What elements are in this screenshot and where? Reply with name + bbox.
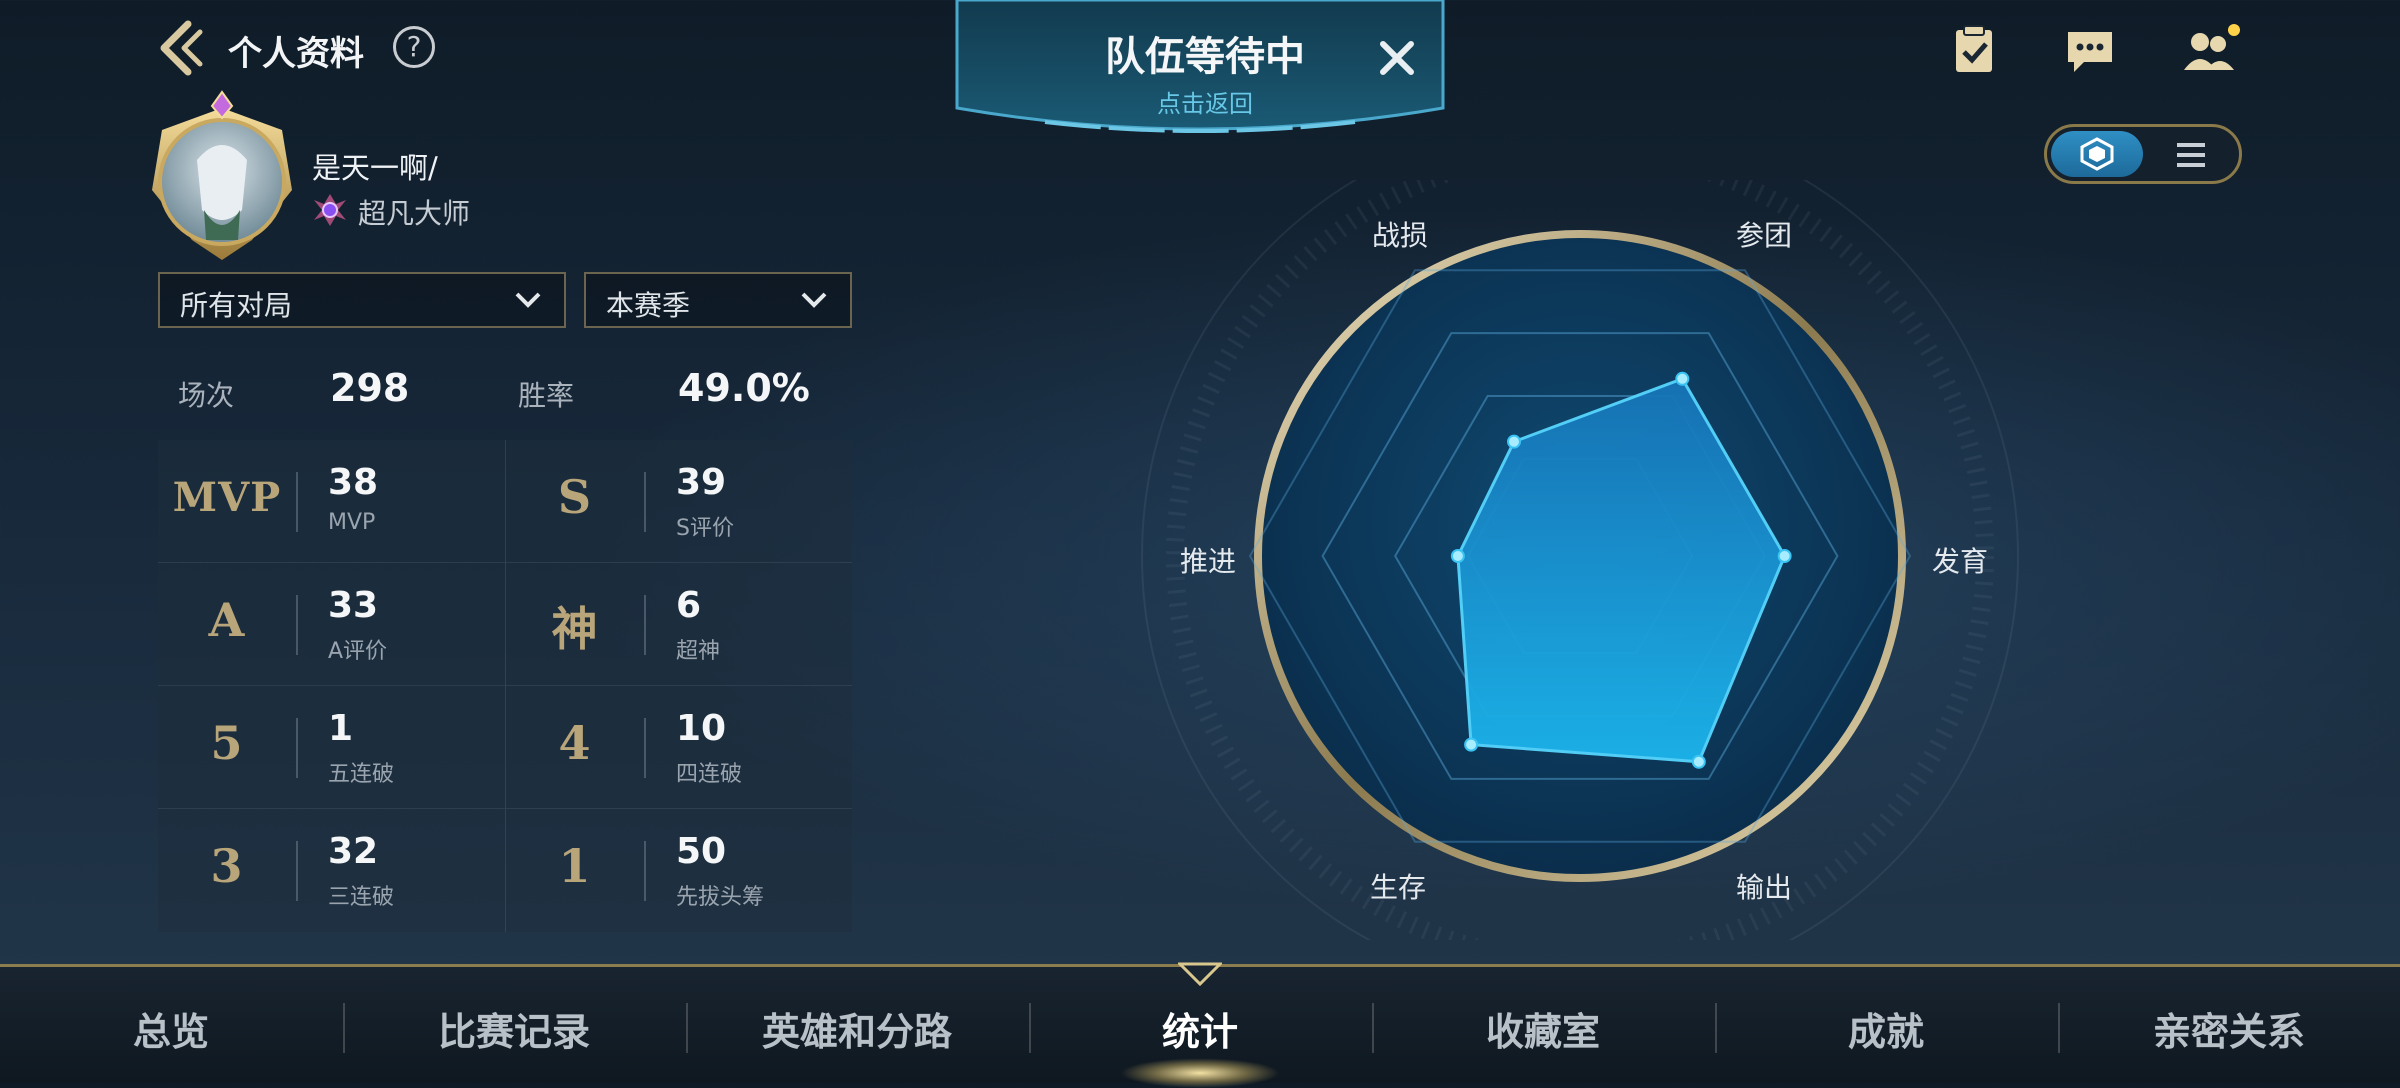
stat-value: 32 xyxy=(328,831,379,872)
tab-match-history[interactable]: 比赛记录 xyxy=(343,1001,685,1056)
radar-label-teamfight: 参团 xyxy=(1736,219,1793,252)
radar-point xyxy=(1691,754,1706,769)
radar-label-damage-taken: 战损 xyxy=(1372,219,1429,252)
games-label: 场次 xyxy=(178,379,235,412)
mode-filter-label: 所有对局 xyxy=(180,289,293,322)
stat-value: 38 xyxy=(328,462,379,503)
games-value: 298 xyxy=(330,366,410,410)
stat-value: 10 xyxy=(676,708,727,749)
stat-label: S评价 xyxy=(676,516,734,541)
rank-name: 超凡大师 xyxy=(358,197,471,230)
tab-statistics[interactable]: 统计 xyxy=(1029,1001,1371,1056)
tab-heroes-lanes[interactable]: 英雄和分路 xyxy=(686,1001,1028,1056)
task-list-icon[interactable] xyxy=(1948,24,2000,76)
radar-point xyxy=(1450,549,1465,563)
season-filter-dropdown[interactable]: 本赛季 xyxy=(584,272,852,328)
stat-value: 1 xyxy=(328,708,354,749)
username: 是天一啊/ xyxy=(312,151,438,185)
stat-penta-kill: 5 1 五连破 xyxy=(158,686,505,809)
season-filter-label: 本赛季 xyxy=(606,289,691,322)
radar-point xyxy=(1464,737,1479,752)
stat-mvp: MVP 38 MVP xyxy=(158,440,505,563)
active-tab-glow xyxy=(1120,1058,1280,1088)
stat-label: 先拔头筹 xyxy=(676,885,765,910)
tab-achievements[interactable]: 成就 xyxy=(1715,1001,2057,1056)
stat-quadra-kill: 4 10 四连破 xyxy=(505,686,852,809)
hexagon-icon xyxy=(2080,137,2114,171)
radar-label-farming: 发育 xyxy=(1932,545,1989,578)
chevron-down-icon xyxy=(515,292,541,308)
stat-legendary: 神 6 超神 xyxy=(505,563,852,686)
triple-kill-icon: 3 xyxy=(210,839,244,893)
stats-grid: MVP 38 MVP S 39 S评价 A 33 A评价 神 6 超神 5 1 … xyxy=(158,440,852,932)
penta-kill-icon: 5 xyxy=(210,716,244,770)
radar-view-button[interactable] xyxy=(2051,131,2143,177)
banner-return-link[interactable]: 点击返回 xyxy=(955,84,1455,119)
stat-triple-kill: 3 32 三连破 xyxy=(158,809,505,932)
first-blood-icon: 1 xyxy=(558,839,592,893)
stat-s-rating: S 39 S评价 xyxy=(505,440,852,563)
stat-label: 四连破 xyxy=(676,762,743,787)
help-icon[interactable]: ? xyxy=(393,26,435,68)
radar-label-survival: 生存 xyxy=(1370,871,1427,904)
stat-label: 超神 xyxy=(676,639,721,664)
stat-first-blood: 1 50 先拔头筹 xyxy=(505,809,852,932)
radar-label-push: 推进 xyxy=(1180,545,1237,578)
a-rating-icon: A xyxy=(208,593,246,647)
tab-overview[interactable]: 总览 xyxy=(0,1001,342,1056)
radar-point xyxy=(1675,371,1690,386)
chat-icon[interactable] xyxy=(2064,24,2116,76)
quadra-kill-icon: 4 xyxy=(558,716,592,770)
stat-label: A评价 xyxy=(328,639,388,664)
stat-value: 50 xyxy=(676,831,727,872)
page-title: 个人资料 xyxy=(228,34,364,74)
avatar[interactable] xyxy=(142,90,302,265)
winrate-label: 胜率 xyxy=(518,379,575,412)
stat-label: 五连破 xyxy=(328,762,395,787)
tab-collection[interactable]: 收藏室 xyxy=(1372,1001,1714,1056)
stat-value: 33 xyxy=(328,585,379,626)
legendary-icon: 神 xyxy=(551,602,599,656)
close-icon[interactable] xyxy=(1375,36,1419,80)
view-toggle[interactable] xyxy=(2044,124,2242,184)
stat-value: 6 xyxy=(676,585,702,626)
stat-value: 39 xyxy=(676,462,727,503)
winrate-value: 49.0% xyxy=(678,366,810,410)
s-rating-icon: S xyxy=(557,470,593,524)
stat-label: MVP xyxy=(328,510,376,535)
friends-icon[interactable] xyxy=(2180,24,2244,76)
mvp-icon: MVP xyxy=(172,474,282,521)
list-view-icon[interactable] xyxy=(2175,141,2207,169)
stat-a-rating: A 33 A评价 xyxy=(158,563,505,686)
radar-point xyxy=(1777,549,1792,563)
back-arrow-icon[interactable] xyxy=(152,18,212,78)
rank-badge-icon xyxy=(314,194,346,226)
ability-radar-chart xyxy=(1141,180,2019,940)
radar-label-damage: 输出 xyxy=(1736,871,1793,904)
stat-label: 三连破 xyxy=(328,885,395,910)
active-tab-indicator-icon xyxy=(1178,962,1222,986)
chevron-down-icon xyxy=(801,292,827,308)
tab-relationships[interactable]: 亲密关系 xyxy=(2058,1001,2400,1056)
radar-point xyxy=(1507,434,1521,449)
mode-filter-dropdown[interactable]: 所有对局 xyxy=(158,272,566,328)
